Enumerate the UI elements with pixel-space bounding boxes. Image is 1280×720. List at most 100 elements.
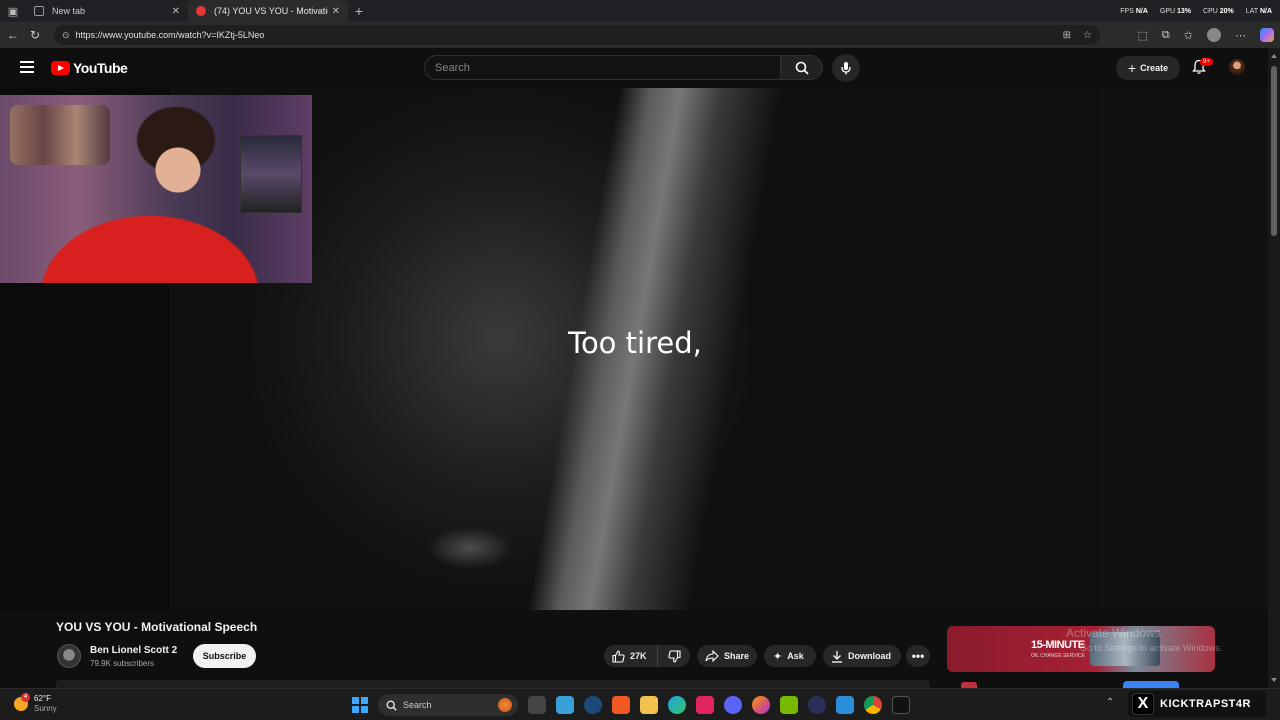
download-icon (832, 650, 842, 663)
taskbar-apps: Search (352, 694, 910, 716)
scroll-up-arrow-icon[interactable] (1271, 54, 1277, 58)
description-box-top[interactable] (56, 680, 930, 688)
menu-icon[interactable] (20, 61, 34, 73)
scroll-down-arrow-icon[interactable] (1271, 678, 1277, 682)
tab-youtube[interactable]: (74) YOU VS YOU - Motivational S ✕ (188, 0, 348, 22)
more-actions-button[interactable]: ••• (906, 645, 930, 667)
like-count: 27K (630, 651, 647, 661)
new-tab-button[interactable]: + (348, 3, 370, 19)
tab-close-icon[interactable]: ✕ (172, 6, 180, 17)
share-button[interactable]: Share (697, 645, 757, 667)
obs-icon[interactable] (808, 696, 826, 714)
fps-stat: FPS N/A (1120, 7, 1148, 15)
browser-toolbar: ⬚ ⧉ ✩ ⋯ (1138, 22, 1274, 48)
sparkle-icon: ✦ (773, 650, 783, 663)
weather-badge: 4 (21, 693, 30, 702)
download-button[interactable]: Download (823, 645, 901, 667)
share-icon (705, 650, 719, 662)
extensions-icon[interactable]: ⧉ (1162, 29, 1170, 42)
tab-new-tab[interactable]: New tab ✕ (26, 0, 188, 22)
copilot-icon[interactable] (1260, 28, 1274, 42)
ad-cta-button[interactable] (1123, 681, 1179, 688)
youtube-logo[interactable]: YouTube (51, 60, 128, 76)
like-button[interactable]: 27K (604, 645, 658, 667)
taskbar-search-label: Search (403, 700, 432, 710)
account-avatar[interactable] (1229, 59, 1245, 75)
photos-icon[interactable] (836, 696, 854, 714)
performance-overlay: FPS N/A GPU 13% CPU 20% LAT N/A (1120, 0, 1272, 22)
steam-icon[interactable] (584, 696, 602, 714)
tiktok-studio-icon[interactable] (892, 696, 910, 714)
webcam-shelf-figures (10, 105, 110, 165)
plus-icon: + (1127, 60, 1137, 76)
search-placeholder: Search (435, 61, 470, 74)
search-input[interactable]: Search (424, 55, 781, 80)
tab-close-icon[interactable]: ✕ (332, 6, 340, 17)
share-label: Share (724, 651, 750, 661)
ask-label: Ask (787, 651, 804, 661)
ask-button[interactable]: ✦ Ask (764, 645, 816, 667)
edge-icon[interactable] (668, 696, 686, 714)
dislike-button[interactable] (658, 645, 690, 667)
discord-icon[interactable] (724, 696, 742, 714)
show-hidden-icons-chevron-icon[interactable]: ⌃ (1106, 697, 1114, 708)
channel-name[interactable]: Ben Lionel Scott 2 (90, 645, 177, 656)
tab-label: (74) YOU VS YOU - Motivational S (214, 6, 328, 16)
weather-temperature: 62°F (34, 694, 51, 703)
youtube-favicon-icon (196, 6, 206, 16)
ad-subline: OIL CHANGE SERVICE (1031, 653, 1085, 659)
webcam-poster (240, 135, 302, 213)
extension-icon[interactable]: ⬚ (1138, 29, 1148, 42)
weather-condition: Sunny (34, 704, 57, 713)
activate-windows-subtext: Go to Settings to activate Windows. (1080, 643, 1223, 653)
lat-stat: LAT N/A (1245, 7, 1272, 15)
site-info-icon[interactable]: ⊙ (62, 30, 70, 41)
create-button[interactable]: + Create (1116, 56, 1180, 80)
channel-avatar[interactable] (57, 644, 81, 668)
webcam-overlay (0, 95, 312, 283)
notepad-icon[interactable] (556, 696, 574, 714)
brave-icon[interactable] (612, 696, 630, 714)
nvidia-icon[interactable] (780, 696, 798, 714)
task-view-icon[interactable] (528, 696, 546, 714)
firefox-icon[interactable] (752, 696, 770, 714)
tab-actions-icon[interactable]: ▣ (0, 0, 26, 22)
back-icon[interactable]: ← (2, 28, 24, 42)
browser-tab-strip: ▣ New tab ✕ (74) YOU VS YOU - Motivation… (0, 0, 1280, 22)
split-screen-icon[interactable]: ⊞ (1063, 30, 1071, 41)
video-info-section: YOU VS YOU - Motivational Speech Ben Lio… (0, 610, 1268, 688)
file-explorer-icon[interactable] (640, 696, 658, 714)
search-icon (795, 61, 809, 75)
ad-headline: 15-MINUTE (1031, 639, 1085, 651)
favorite-star-icon[interactable]: ☆ (1083, 30, 1092, 41)
tab-label: New tab (52, 6, 86, 16)
taskbar-search[interactable]: Search (378, 694, 518, 716)
weather-widget[interactable]: 4 62°F Sunny (14, 693, 57, 714)
windows-start-icon[interactable] (352, 697, 368, 713)
video-caption: Too tired, (568, 326, 702, 360)
youtube-play-icon (51, 61, 70, 75)
video-title: YOU VS YOU - Motivational Speech (56, 620, 258, 634)
tiktok-icon[interactable] (696, 696, 714, 714)
voice-search-button[interactable] (832, 54, 860, 82)
gpu-stat: GPU 13% (1159, 7, 1192, 15)
favorites-icon[interactable]: ✩ (1184, 29, 1193, 42)
url-text: https://www.youtube.com/watch?v=IKZtj-5L… (75, 30, 265, 40)
search-button[interactable] (781, 55, 823, 80)
scrollbar-thumb[interactable] (1271, 66, 1277, 236)
sun-icon: 4 (14, 693, 30, 711)
url-field[interactable]: ⊙ https://www.youtube.com/watch?v=IKZtj-… (54, 25, 1100, 45)
notification-count-badge: 9+ (1200, 58, 1213, 66)
ad-card-footer (947, 678, 1215, 688)
reload-icon[interactable]: ↻ (24, 28, 46, 42)
more-menu-icon[interactable]: ⋯ (1235, 29, 1246, 42)
x-logo-icon: X (1132, 693, 1154, 715)
social-handle-overlay: X KICKTRAPST4R (1128, 691, 1266, 717)
subscriber-count: 79.9K subscribers (90, 659, 155, 668)
subscribe-button[interactable]: Subscribe (193, 644, 256, 668)
profile-avatar[interactable] (1207, 28, 1221, 42)
chrome-icon[interactable] (864, 696, 882, 714)
social-handle-text: KICKTRAPST4R (1160, 698, 1251, 710)
page-scrollbar[interactable] (1268, 48, 1280, 688)
thumbs-down-icon (667, 649, 681, 663)
